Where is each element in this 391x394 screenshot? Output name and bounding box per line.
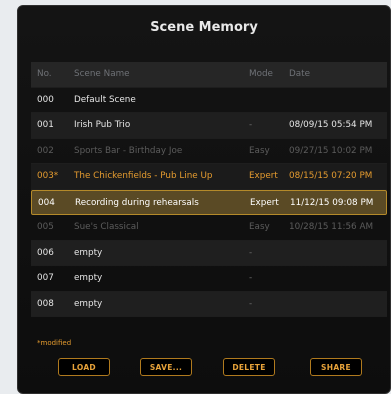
scene-mode: Easy	[249, 222, 270, 232]
share-button[interactable]: SHARE	[310, 358, 362, 376]
table-row[interactable]: 000 Default Scene	[31, 88, 387, 113]
table-row[interactable]: 006 empty -	[31, 240, 387, 266]
scene-date: 11/12/15 09:08 PM	[290, 197, 374, 208]
scene-name: Sue's Classical	[74, 222, 139, 232]
scene-number: 002	[37, 145, 54, 156]
table-row[interactable]: 003* The Chickenfields - Pub Line Up Exp…	[31, 164, 387, 190]
scene-name: The Chickenfields - Pub Line Up	[74, 171, 213, 181]
delete-button[interactable]: DELETE	[223, 358, 275, 376]
table-row[interactable]: 008 empty -	[31, 291, 387, 317]
scene-name: Irish Pub Trio	[74, 120, 131, 130]
table-row-selected[interactable]: 004 Recording during rehearsals Expert 1…	[31, 189, 387, 215]
scene-number: 007	[37, 273, 54, 283]
scene-number: 000	[37, 94, 54, 105]
scene-date: 08/15/15 07:20 PM	[289, 171, 373, 181]
scene-name: Default Scene	[74, 94, 136, 105]
scene-memory-panel: Scene Memory No. Scene Name Mode Date 00…	[17, 5, 391, 394]
scene-mode: Easy	[249, 145, 270, 156]
scene-date: 08/09/15 05:54 PM	[289, 120, 373, 130]
table-row[interactable]: 007 empty -	[31, 266, 387, 292]
scene-date: 09/27/15 10:02 PM	[289, 145, 373, 156]
scene-name: Recording during rehearsals	[75, 197, 199, 208]
scene-mode: -	[249, 273, 253, 283]
column-header-date: Date	[289, 69, 311, 79]
table-header: No. Scene Name Mode Date	[31, 62, 387, 88]
save-button[interactable]: SAVE...	[140, 358, 192, 376]
scene-mode: Expert	[250, 197, 279, 208]
table-row[interactable]: 005 Sue's Classical Easy 10/28/15 11:56 …	[31, 215, 387, 241]
scene-number: 006	[37, 247, 54, 258]
scene-name: empty	[74, 273, 103, 283]
table-row[interactable]: 002 Sports Bar - Birthday Joe Easy 09/27…	[31, 139, 387, 164]
column-header-no: No.	[37, 69, 52, 79]
scene-number: 005	[37, 222, 54, 232]
scene-mode: -	[249, 120, 253, 130]
scene-number: 001	[37, 120, 54, 130]
scene-mode: Expert	[249, 171, 278, 181]
column-header-mode: Mode	[249, 69, 273, 79]
modified-note: *modified	[37, 339, 72, 347]
scene-date: 10/28/15 11:56 AM	[289, 222, 374, 232]
scene-number: 003*	[37, 171, 59, 181]
scene-mode: -	[249, 247, 253, 258]
load-button[interactable]: LOAD	[58, 358, 110, 376]
scene-table: No. Scene Name Mode Date 000 Default Sce…	[31, 62, 387, 317]
scene-name: empty	[74, 298, 103, 309]
panel-title: Scene Memory	[150, 20, 258, 35]
table-row[interactable]: 001 Irish Pub Trio - 08/09/15 05:54 PM	[31, 113, 387, 139]
scene-number: 008	[37, 298, 54, 309]
scene-number: 004	[38, 197, 55, 208]
scene-name: empty	[74, 247, 103, 258]
scene-mode: -	[249, 298, 253, 309]
column-header-name: Scene Name	[74, 69, 130, 79]
scene-name: Sports Bar - Birthday Joe	[74, 145, 183, 156]
